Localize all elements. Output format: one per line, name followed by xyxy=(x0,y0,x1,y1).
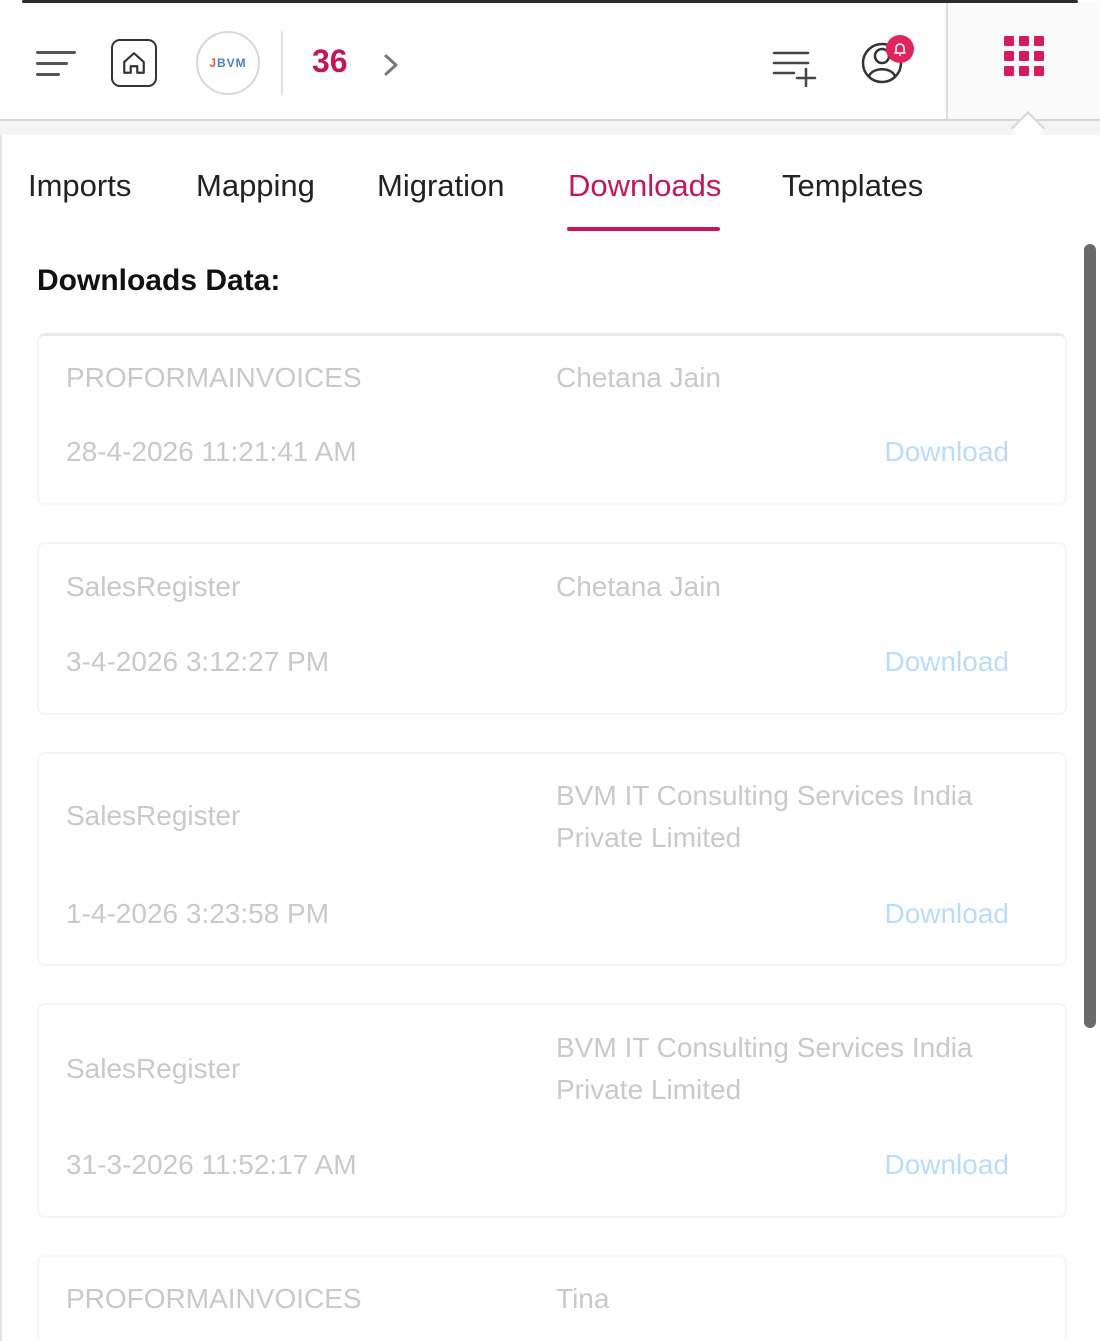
download-user: Chetana Jain xyxy=(556,362,722,393)
download-card: PROFORMAINVOICES Chetana Jain 28-4-2026 … xyxy=(37,333,1067,505)
tab-migration[interactable]: Migration xyxy=(377,168,505,204)
download-card: SalesRegister BVM IT Consulting Services… xyxy=(37,1003,1067,1218)
download-user: BVM IT Consulting Services India Private… xyxy=(556,1032,973,1105)
logo-swoosh: J xyxy=(209,56,217,70)
apps-grid-icon[interactable] xyxy=(1004,36,1044,76)
notification-bell-icon[interactable] xyxy=(886,35,914,63)
download-card: PROFORMAINVOICES Tina xyxy=(37,1255,1067,1341)
download-date: 3-4-2026 3:12:27 PM xyxy=(66,646,330,677)
download-user: Chetana Jain xyxy=(556,571,722,602)
download-date: 1-4-2026 3:23:58 PM xyxy=(66,898,330,929)
header-divider xyxy=(281,31,283,95)
active-tab-indicator xyxy=(567,227,720,231)
tab-downloads[interactable]: Downloads xyxy=(568,168,721,204)
top-header: J BVM 36 xyxy=(0,3,1100,121)
tab-templates[interactable]: Templates xyxy=(782,168,923,204)
download-date: 31-3-2026 11:52:17 AM xyxy=(66,1149,357,1180)
download-link[interactable]: Download xyxy=(884,646,1009,678)
download-card: SalesRegister BVM IT Consulting Services… xyxy=(37,752,1067,966)
download-type: PROFORMAINVOICES xyxy=(66,362,362,393)
download-type: SalesRegister xyxy=(66,1053,241,1084)
logo-text: BVM xyxy=(217,56,247,70)
menu-icon[interactable] xyxy=(36,49,78,81)
download-card: SalesRegister Chetana Jain 3-4-2026 3:12… xyxy=(37,542,1067,715)
download-link[interactable]: Download xyxy=(884,436,1009,468)
tab-mapping[interactable]: Mapping xyxy=(196,168,315,204)
download-type: PROFORMAINVOICES xyxy=(66,1283,362,1314)
download-link[interactable]: Download xyxy=(884,898,1009,930)
home-icon xyxy=(123,52,145,74)
download-user: BVM IT Consulting Services India Private… xyxy=(556,780,973,853)
tab-imports[interactable]: Imports xyxy=(28,168,131,204)
download-date: 28-4-2026 11:21:41 AM xyxy=(66,436,357,467)
section-title: Downloads Data: xyxy=(37,264,281,297)
download-user: Tina xyxy=(556,1283,610,1314)
count-badge[interactable]: 36 xyxy=(312,43,348,80)
scrollbar-thumb[interactable] xyxy=(1084,244,1096,1028)
home-button[interactable] xyxy=(111,39,157,87)
company-logo[interactable]: J BVM xyxy=(196,31,260,95)
chevron-right-icon[interactable] xyxy=(380,51,402,79)
add-list-icon[interactable] xyxy=(772,47,818,87)
header-shadow-strip xyxy=(0,121,1100,135)
download-link[interactable]: Download xyxy=(884,1149,1009,1181)
download-type: SalesRegister xyxy=(66,571,241,602)
download-type: SalesRegister xyxy=(66,800,241,831)
